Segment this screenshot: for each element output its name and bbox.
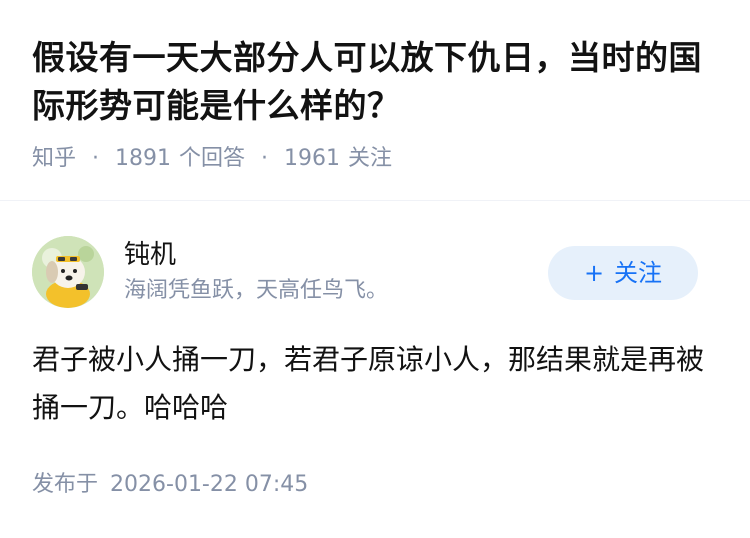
- publish-timestamp: 2026-01-22 07:45: [110, 472, 309, 497]
- plus-icon: +: [583, 259, 605, 287]
- section-divider: [0, 200, 750, 201]
- publish-time: 发布于 2026-01-22 07:45: [32, 470, 308, 500]
- follow-button[interactable]: + 关注: [548, 246, 698, 300]
- cartoon-dog-avatar-icon: [32, 236, 104, 308]
- source-label[interactable]: 知乎: [32, 144, 76, 174]
- question-header: 假设有一天大部分人可以放下仇日，当时的国际形势可能是什么样的？ 知乎 · 189…: [0, 0, 750, 174]
- answer-count-label: 个回答: [179, 146, 246, 171]
- question-meta: 知乎 · 1891 个回答 · 1961 关注: [32, 144, 718, 174]
- publish-label: 发布于: [32, 472, 99, 497]
- answer-content: 君子被小人捅一刀，若君子原谅小人，那结果就是再被捅一刀。哈哈哈: [32, 343, 705, 424]
- author-row: 钝机 海阔凭鱼跃，天高任鸟飞。 + 关注: [32, 236, 718, 310]
- author-bio: 海阔凭鱼跃，天高任鸟飞。: [124, 278, 389, 303]
- answer-count: 1891: [115, 146, 172, 171]
- author-name[interactable]: 钝机: [124, 238, 176, 272]
- meta-separator: ·: [261, 146, 269, 171]
- question-title[interactable]: 假设有一天大部分人可以放下仇日，当时的国际形势可能是什么样的？: [32, 34, 718, 130]
- meta-separator: ·: [92, 146, 100, 171]
- follower-count: 1961: [284, 146, 341, 171]
- avatar[interactable]: [32, 236, 104, 308]
- follow-button-label: 关注: [614, 259, 663, 287]
- follower-count-label: 关注: [348, 146, 393, 171]
